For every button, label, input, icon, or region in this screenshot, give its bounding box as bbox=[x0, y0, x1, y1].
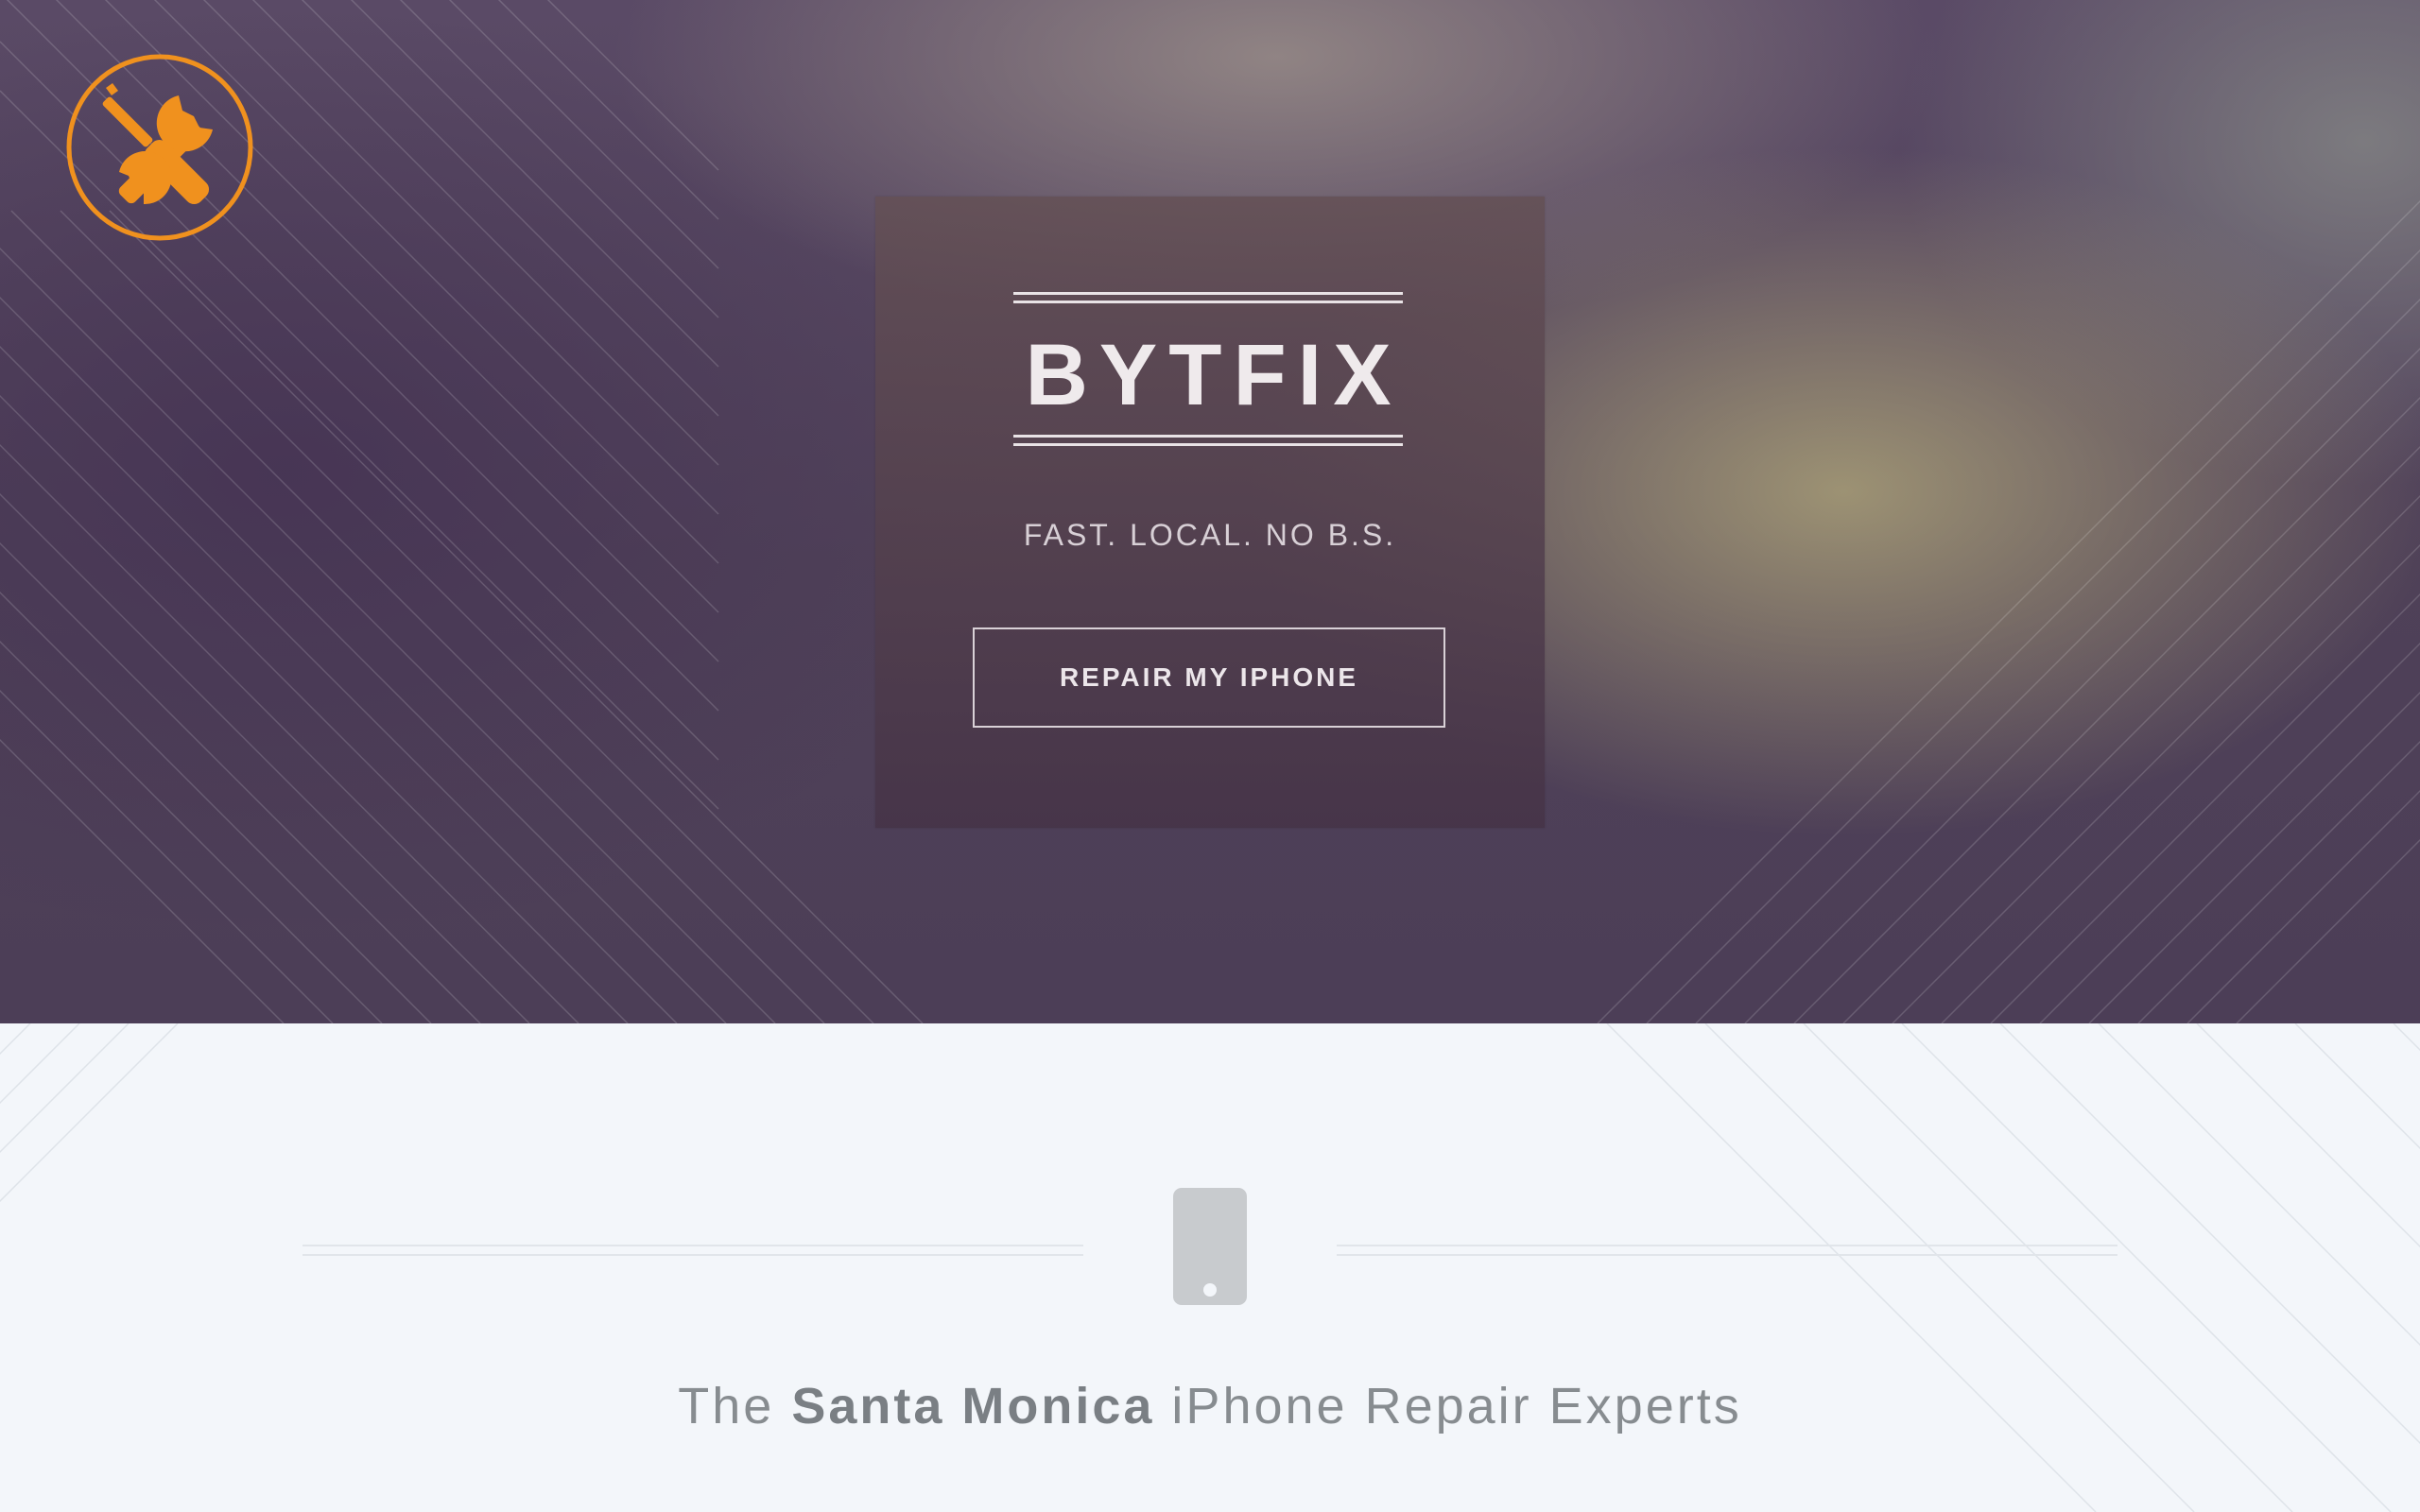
hero-line-left-lower bbox=[0, 640, 383, 1023]
hero-line-right bbox=[1646, 249, 2420, 1023]
hero-line-left-lower bbox=[10, 210, 825, 1023]
headline-pre: The bbox=[678, 1378, 792, 1435]
hero-line-left-lower bbox=[0, 591, 432, 1023]
divider-left bbox=[302, 1245, 1083, 1256]
hero-line-right bbox=[1842, 445, 2420, 1023]
hero-line-right bbox=[1597, 199, 2420, 1023]
headline-location: Santa Monica bbox=[791, 1378, 1155, 1435]
brand-rule-top-1 bbox=[1013, 292, 1403, 295]
brand-rule-bottom-1 bbox=[1013, 435, 1403, 438]
brand-title: BYTFIX bbox=[1025, 327, 1403, 423]
repair-my-iphone-button[interactable]: REPAIR MY IPHONE bbox=[973, 627, 1445, 728]
brand-rule-top-2 bbox=[1013, 301, 1403, 303]
intro-section: The Santa Monica iPhone Repair Experts bbox=[0, 1023, 2420, 1512]
hero-line-right bbox=[2137, 740, 2420, 1023]
hero-line-right bbox=[2039, 642, 2420, 1023]
phone-icon bbox=[1173, 1188, 1247, 1305]
hero-line-right bbox=[1793, 396, 2420, 1023]
hero-line-right bbox=[2236, 838, 2420, 1023]
wrench-screwdriver-icon bbox=[66, 54, 253, 241]
hero-line-right bbox=[1990, 593, 2420, 1023]
hero-line-right bbox=[2187, 789, 2420, 1023]
hero-section: BYTFIX FAST. LOCAL. NO B.S. REPAIR MY IP… bbox=[0, 0, 2420, 1023]
hero-line-right bbox=[1941, 543, 2420, 1023]
hero-line-left-lower bbox=[0, 394, 629, 1023]
brand-rule-bottom-2 bbox=[1013, 443, 1403, 446]
hero-line-left-lower bbox=[0, 492, 530, 1023]
hero-line-left-lower bbox=[60, 210, 874, 1023]
hero-line-left-lower bbox=[0, 296, 727, 1023]
tagline: FAST. LOCAL. NO B.S. bbox=[1023, 518, 1397, 552]
divider-right bbox=[1337, 1245, 2118, 1256]
hero-line-left-lower bbox=[109, 210, 924, 1023]
hero-line-left-lower bbox=[0, 443, 579, 1023]
headline-post: iPhone Repair Experts bbox=[1154, 1378, 1742, 1435]
brand-block: BYTFIX bbox=[1013, 292, 1403, 453]
hero-card: BYTFIX FAST. LOCAL. NO B.S. REPAIR MY IP… bbox=[875, 197, 1545, 828]
hero-line-left-lower bbox=[0, 247, 776, 1023]
hero-line-left-lower bbox=[0, 689, 334, 1023]
section-headline: The Santa Monica iPhone Repair Experts bbox=[0, 1373, 2420, 1439]
logo[interactable] bbox=[65, 53, 254, 242]
hero-line-right bbox=[1695, 298, 2420, 1023]
page: BYTFIX FAST. LOCAL. NO B.S. REPAIR MY IP… bbox=[0, 0, 2420, 1512]
